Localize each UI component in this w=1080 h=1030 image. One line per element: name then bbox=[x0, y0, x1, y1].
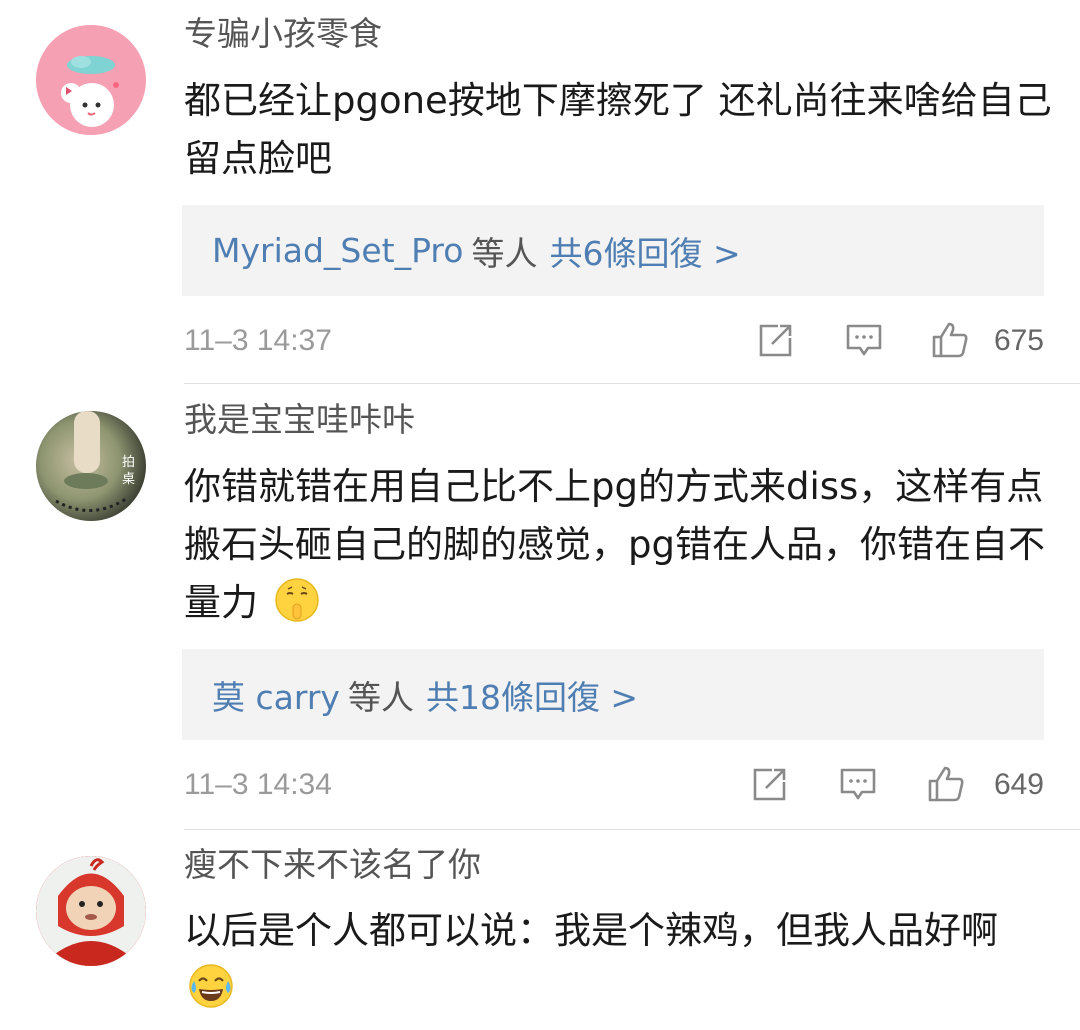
like-count: 675 bbox=[993, 324, 1044, 357]
comment-icon[interactable] bbox=[838, 764, 878, 804]
reply-count-link[interactable]: 共18條回復 > bbox=[426, 671, 638, 719]
cartoon-girl-avatar-icon bbox=[36, 25, 146, 135]
shush-face-emoji-icon bbox=[275, 578, 319, 622]
username[interactable]: 瘦不下来不该名了你 bbox=[184, 845, 481, 885]
avatar[interactable] bbox=[36, 856, 146, 966]
comment-meta: 11–3 14:34 649 bbox=[184, 762, 1044, 812]
username[interactable]: 我是宝宝哇咔咔 bbox=[184, 400, 415, 440]
teletubby-avatar-icon bbox=[36, 856, 146, 966]
comment-text: 以后是个人都可以说：我是个辣鸡，但我人品好啊 bbox=[184, 902, 1054, 1018]
share-icon[interactable] bbox=[750, 764, 790, 804]
replies-link[interactable]: Myriad_Set_Pro 等人 共6條回復 > bbox=[182, 205, 1044, 296]
avatar[interactable] bbox=[36, 25, 146, 135]
comment-text: 你错就错在用自己比不上pg的方式来diss，这样有点搬石头砸自己的脚的感觉，pg… bbox=[184, 458, 1054, 632]
thumbs-up-icon[interactable] bbox=[926, 764, 966, 804]
comment-meta: 11–3 14:37 675 bbox=[184, 318, 1044, 368]
divider bbox=[184, 383, 1080, 384]
share-icon[interactable] bbox=[756, 320, 796, 360]
reply-user-name[interactable]: 莫 carry bbox=[212, 671, 340, 719]
svg-text:桌: 桌 bbox=[122, 472, 135, 487]
timestamp: 11–3 14:34 bbox=[184, 768, 332, 801]
comment-text-content: 以后是个人都可以说：我是个辣鸡，但我人品好啊 bbox=[184, 909, 998, 952]
reply-others-label: 等人 bbox=[471, 233, 538, 273]
comment-text-content: 都已经让pgone按地下摩擦死了 还礼尚往来啥给自己留点脸吧 bbox=[184, 79, 1052, 180]
photo-avatar-icon: 拍 桌 bbox=[36, 411, 146, 521]
replies-link[interactable]: 莫 carry 等人 共18條回復 > bbox=[182, 649, 1044, 740]
thumbs-up-icon[interactable] bbox=[930, 320, 970, 360]
comment-icon[interactable] bbox=[844, 320, 884, 360]
avatar-overlay-text: 拍 bbox=[122, 455, 135, 470]
reply-others-label: 等人 bbox=[347, 677, 414, 717]
comment-text: 都已经让pgone按地下摩擦死了 还礼尚往来啥给自己留点脸吧 bbox=[184, 72, 1054, 188]
tears-of-joy-emoji-icon bbox=[189, 964, 233, 1008]
avatar[interactable]: 拍 桌 bbox=[36, 411, 146, 521]
timestamp: 11–3 14:37 bbox=[184, 324, 332, 357]
divider bbox=[184, 829, 1080, 830]
reply-count-link[interactable]: 共6條回復 > bbox=[549, 227, 740, 275]
reply-user-name[interactable]: Myriad_Set_Pro bbox=[212, 231, 463, 270]
username[interactable]: 专骗小孩零食 bbox=[184, 14, 382, 54]
like-count: 649 bbox=[993, 768, 1044, 801]
